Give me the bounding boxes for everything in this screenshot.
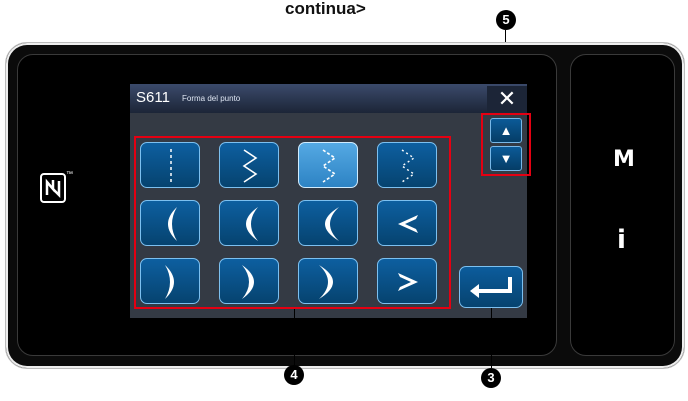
stitch-shape-button[interactable] <box>377 200 437 246</box>
crescent-right-narrow-icon <box>165 265 174 299</box>
crescent-right-wide-icon <box>319 265 333 299</box>
stitch-shape-button[interactable] <box>219 200 279 246</box>
crescent-left-medium-icon <box>246 207 258 241</box>
callout-3-line <box>491 308 492 368</box>
chevron-right-stitch-icon <box>398 273 418 291</box>
stitch-shape-button[interactable] <box>298 258 358 304</box>
zigzag-dotted-stitch-icon <box>321 149 337 183</box>
stitch-shape-grid <box>140 142 446 304</box>
stitch-shape-button[interactable] <box>219 258 279 304</box>
callout-4: 4 <box>284 365 304 385</box>
callout-4-line <box>294 309 295 365</box>
screen-code: S611 <box>136 89 170 106</box>
menu-key[interactable]: M <box>613 147 635 172</box>
stitch-shape-button[interactable] <box>377 142 437 188</box>
stitch-shape-button[interactable] <box>140 142 200 188</box>
zigzag-dotted-fine-stitch-icon <box>400 149 416 183</box>
zigzag-stitch-icon <box>242 149 258 183</box>
straight-stitch-icon <box>170 149 172 183</box>
callout-3: 3 <box>481 368 501 388</box>
trademark-mark: ™ <box>66 171 73 178</box>
scroll-up-button[interactable]: ▲ <box>490 118 522 143</box>
side-key-panel <box>570 54 675 356</box>
up-arrow-icon: ▲ <box>499 123 513 138</box>
stitch-shape-button[interactable] <box>298 142 358 188</box>
stitch-shape-button[interactable] <box>140 200 200 246</box>
crescent-left-wide-icon <box>325 207 339 241</box>
crescent-left-narrow-icon <box>168 207 177 241</box>
enter-button[interactable] <box>459 266 523 308</box>
down-arrow-icon: ▼ <box>499 151 513 166</box>
enter-icon <box>470 277 512 298</box>
stitch-shape-button[interactable] <box>377 258 437 304</box>
close-button[interactable]: ✕ <box>487 86 527 112</box>
stitch-shape-button[interactable] <box>298 200 358 246</box>
dialog-title: Forma del punto <box>182 94 241 103</box>
scroll-down-button[interactable]: ▼ <box>490 146 522 171</box>
info-key[interactable]: i <box>617 225 626 255</box>
callout-5: 5 <box>496 10 516 30</box>
chevron-left-stitch-icon <box>398 215 418 233</box>
stitch-shape-button[interactable] <box>219 142 279 188</box>
nfc-icon <box>40 173 66 203</box>
caption-text: continua> <box>285 0 366 18</box>
crescent-right-medium-icon <box>242 265 254 299</box>
stitch-shape-button[interactable] <box>140 258 200 304</box>
